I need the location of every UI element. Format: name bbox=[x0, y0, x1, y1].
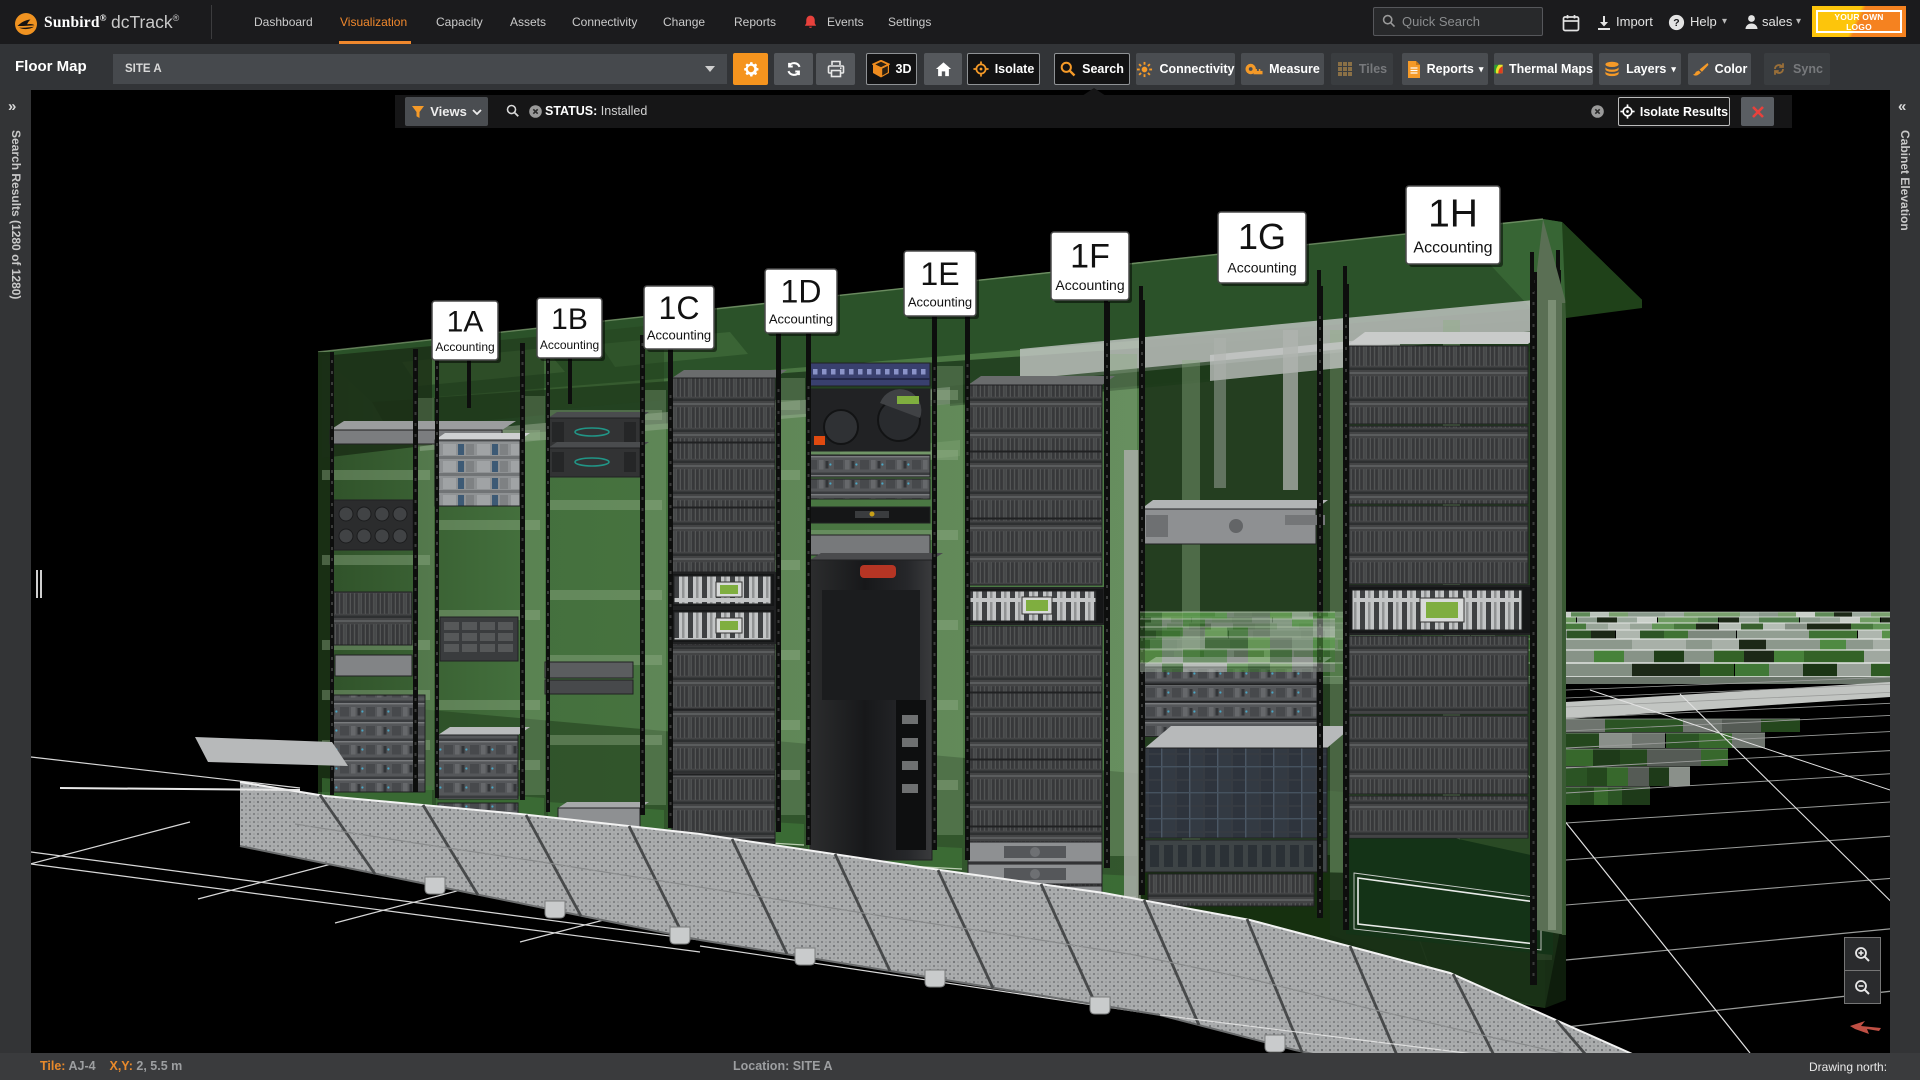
svg-text:1B: 1B bbox=[551, 303, 588, 336]
svg-text:1C: 1C bbox=[659, 290, 700, 326]
svg-text:1H: 1H bbox=[1428, 193, 1478, 236]
svg-text:Accounting: Accounting bbox=[1227, 259, 1296, 275]
svg-text:Accounting: Accounting bbox=[1413, 239, 1492, 256]
svg-text:Accounting: Accounting bbox=[540, 338, 599, 352]
svg-text:1E: 1E bbox=[920, 256, 959, 292]
svg-text:Accounting: Accounting bbox=[647, 328, 711, 343]
svg-text:Accounting: Accounting bbox=[769, 311, 833, 326]
svg-text:1D: 1D bbox=[781, 273, 822, 309]
svg-text:Accounting: Accounting bbox=[435, 340, 494, 354]
svg-text:Accounting: Accounting bbox=[908, 294, 972, 309]
svg-text:1A: 1A bbox=[447, 306, 484, 339]
svg-text:1F: 1F bbox=[1070, 237, 1110, 275]
svg-text:1G: 1G bbox=[1238, 216, 1286, 257]
svg-text:?: ? bbox=[1673, 17, 1679, 29]
svg-text:Accounting: Accounting bbox=[1055, 277, 1124, 293]
